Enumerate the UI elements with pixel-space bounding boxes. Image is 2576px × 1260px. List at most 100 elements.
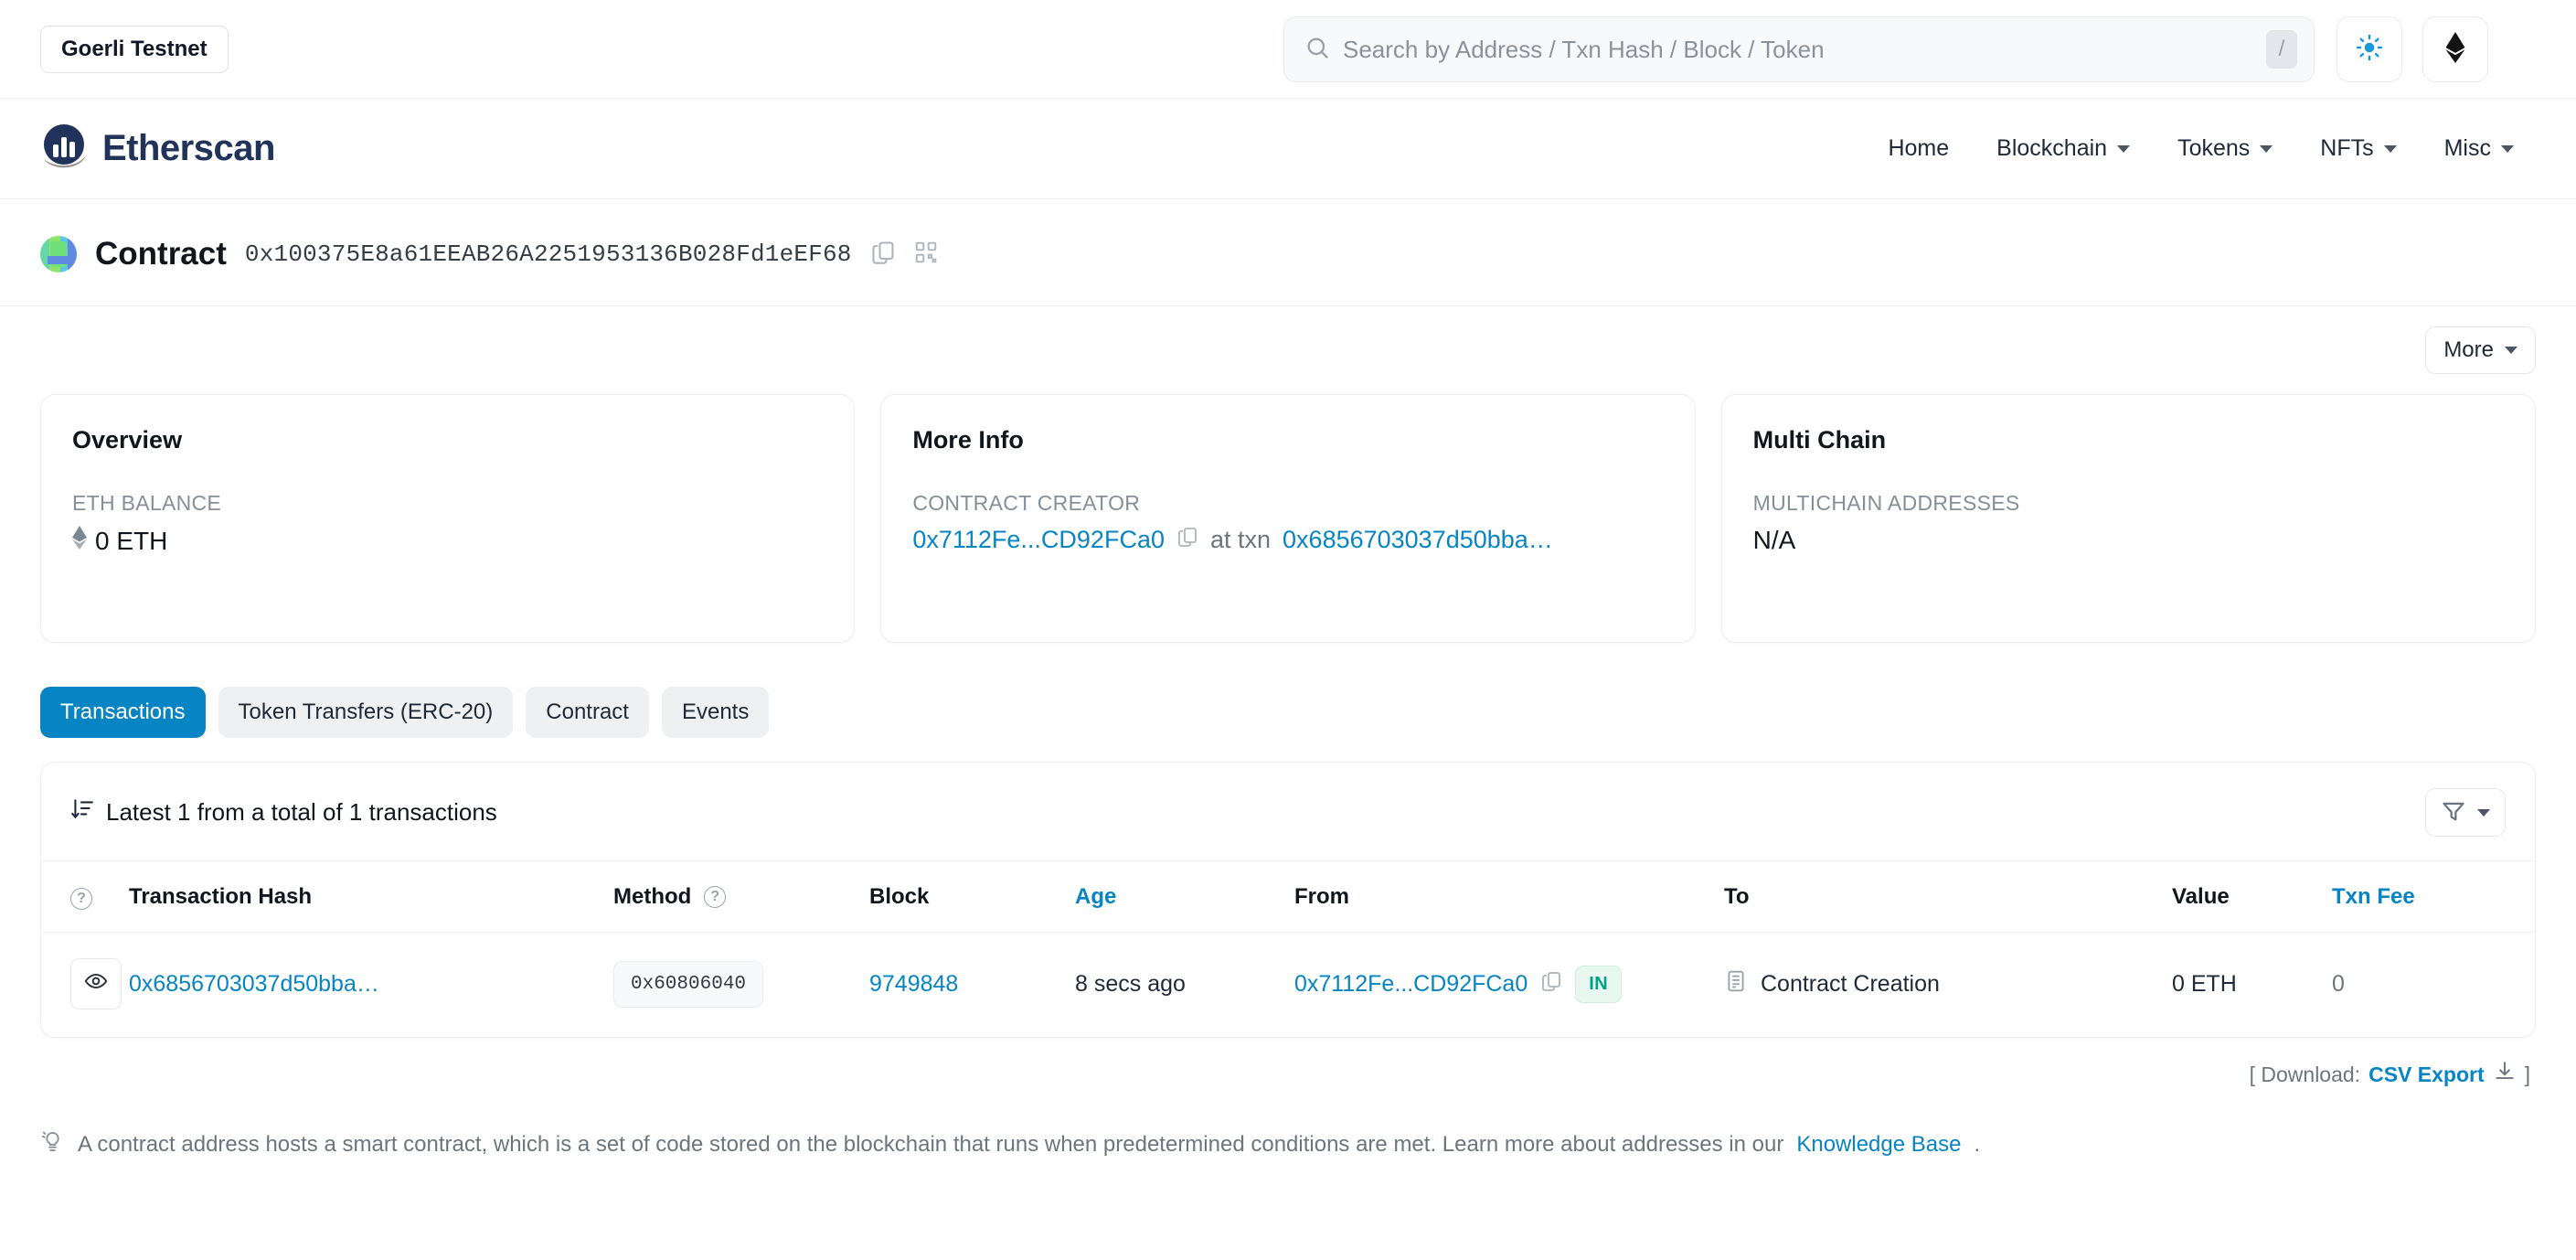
search-input[interactable] (1343, 17, 2253, 81)
page-title: Contract (95, 236, 227, 272)
csv-download-row: [ Download: CSV Export ] (40, 1038, 2536, 1089)
col-header-transaction-hash: Transaction Hash (129, 861, 613, 933)
download-icon[interactable] (2493, 1060, 2517, 1089)
tab-events[interactable]: Events (661, 687, 770, 738)
tab-transactions[interactable]: Transactions (40, 687, 206, 738)
more-button-label: More (2443, 337, 2494, 362)
qr-code-icon (914, 240, 938, 269)
footnote-text: A contract address hosts a smart contrac… (78, 1132, 1784, 1157)
col-header-age[interactable]: Age (1075, 861, 1294, 933)
col-header-info: ? (41, 861, 129, 933)
copy-icon (870, 240, 896, 270)
help-icon[interactable]: ? (704, 885, 727, 908)
more-button[interactable]: More (2425, 326, 2536, 374)
multichain-addresses-label: MULTICHAIN ADDRESSES (1752, 491, 2020, 515)
card-title: Overview (72, 426, 183, 454)
multi-chain-card: Multi Chain MULTICHAIN ADDRESSES N/A (1720, 394, 2536, 643)
nav-item-home[interactable]: Home (1888, 135, 1949, 162)
csv-export-link[interactable]: CSV Export (2368, 1062, 2485, 1087)
col-header-txn-fee[interactable]: Txn Fee (2332, 861, 2535, 933)
col-header-method: Method ? (613, 861, 869, 933)
preview-button[interactable] (70, 958, 122, 1009)
nav-item-tokens[interactable]: Tokens (2177, 135, 2273, 162)
nav-item-label: Misc (2443, 135, 2491, 161)
transactions-table-head: ? Transaction Hash Method ? Block Age Fr… (41, 861, 2535, 933)
cell-method: 0x60806040 (613, 933, 869, 1038)
nav-item-nfts[interactable]: NFTs (2320, 135, 2397, 162)
qr-code-button[interactable] (914, 240, 938, 269)
knowledge-base-link[interactable]: Knowledge Base (1796, 1132, 1961, 1158)
copy-address-button[interactable] (870, 240, 896, 270)
more-info-card: More Info CONTRACT CREATOR 0x7112Fe...CD… (880, 394, 1696, 643)
block-link[interactable]: 9749848 (869, 971, 958, 997)
to-label: Contract Creation (1761, 970, 1940, 997)
page-header: Contract 0x100375E8a61EEAB26A2251953136B… (0, 199, 2576, 306)
chevron-down-icon (2383, 144, 2397, 153)
nav-item-label: NFTs (2320, 135, 2374, 161)
search-icon (1304, 35, 1330, 65)
copy-creator-button[interactable] (1176, 526, 1198, 554)
eye-icon (84, 969, 108, 999)
col-header-block: Block (869, 861, 1075, 933)
ethereum-diamond-icon (72, 526, 87, 556)
method-chip[interactable]: 0x60806040 (613, 960, 764, 1008)
cell-preview (41, 933, 129, 1038)
footnote: A contract address hosts a smart contrac… (0, 1089, 2576, 1160)
from-address-link[interactable]: 0x7112Fe...CD92FCa0 (1294, 971, 1528, 998)
network-selector[interactable]: Goerli Testnet (40, 25, 229, 73)
chevron-down-icon (2505, 347, 2517, 354)
transaction-hash-link[interactable]: 0x6856703037d50bba… (129, 971, 379, 997)
copy-from-address-button[interactable] (1540, 970, 1562, 998)
brand-name: Etherscan (102, 128, 275, 168)
sort-descending-icon (70, 797, 94, 828)
nav-item-blockchain[interactable]: Blockchain (1996, 135, 2131, 162)
contract-address: 0x100375E8a61EEAB26A2251953136B028Fd1eEF… (244, 240, 852, 268)
filter-button[interactable] (2425, 788, 2506, 837)
direction-badge: IN (1575, 965, 1623, 1003)
etherscan-mark-icon (40, 123, 88, 175)
cell-transaction-hash: 0x6856703037d50bba… (129, 933, 613, 1038)
transactions-summary-text: Latest 1 from a total of 1 transactions (106, 798, 497, 826)
contract-icon (1724, 969, 1748, 999)
table-row: 0x6856703037d50bba… 0x60806040 9749848 8… (41, 933, 2535, 1038)
search-shortcut-key: / (2266, 30, 2297, 69)
theme-toggle-button[interactable] (2336, 16, 2402, 82)
col-header-from: From (1294, 861, 1724, 933)
overview-card: Overview ETH BALANCE 0 ETH (40, 394, 856, 643)
transactions-summary-row: Latest 1 from a total of 1 transactions (70, 797, 497, 828)
card-title: More Info (912, 426, 1024, 454)
summary-cards: Overview ETH BALANCE 0 ETH More Info CON… (40, 394, 2536, 643)
cell-block: 9749848 (869, 933, 1075, 1038)
main-navigation: Etherscan Home Blockchain Tokens NFTs Mi… (0, 99, 2576, 199)
tab-contract[interactable]: Contract (526, 687, 649, 738)
lightbulb-icon (40, 1129, 65, 1160)
more-toolbar: More (40, 306, 2536, 383)
content-tabs: Transactions Token Transfers (ERC-20) Co… (40, 687, 2536, 738)
help-icon[interactable]: ? (70, 888, 92, 910)
nav-item-misc[interactable]: Misc (2444, 135, 2514, 162)
contract-creator-label: CONTRACT CREATOR (912, 491, 1141, 515)
etherscan-logo[interactable]: Etherscan (40, 123, 275, 175)
chevron-down-icon (2117, 144, 2131, 153)
cell-value: 0 ETH (2172, 970, 2237, 997)
col-header-method-label: Method (613, 883, 692, 909)
eth-balance-value: 0 ETH (95, 526, 168, 555)
main-content: More Overview ETH BALANCE 0 ETH More Inf… (0, 306, 2576, 1089)
tab-token-transfers[interactable]: Token Transfers (ERC-20) (218, 687, 514, 738)
col-header-value: Value (2172, 861, 2332, 933)
search-bar[interactable]: / (1283, 16, 2315, 82)
cell-to: Contract Creation (1724, 933, 2172, 1038)
nav-links: Home Blockchain Tokens NFTs Misc (1888, 135, 2536, 162)
nav-item-label: Tokens (2177, 135, 2251, 161)
card-title: Multi Chain (1752, 426, 1887, 454)
creation-txn-link[interactable]: 0x6856703037d50bba… (1283, 526, 1553, 554)
eth-balance-label: ETH BALANCE (72, 491, 222, 515)
cell-txn-fee: 0 (2332, 970, 2345, 997)
footnote-period: . (1974, 1132, 1981, 1157)
download-prefix: [ Download: (2249, 1062, 2361, 1086)
contract-creator-link[interactable]: 0x7112Fe...CD92FCa0 (912, 526, 1165, 554)
chevron-down-icon (2501, 144, 2514, 153)
eth-balance-value-row: 0 ETH (72, 526, 823, 556)
cell-from: 0x7112Fe...CD92FCa0 IN (1294, 933, 1724, 1038)
chain-selector-button[interactable] (2422, 16, 2488, 82)
